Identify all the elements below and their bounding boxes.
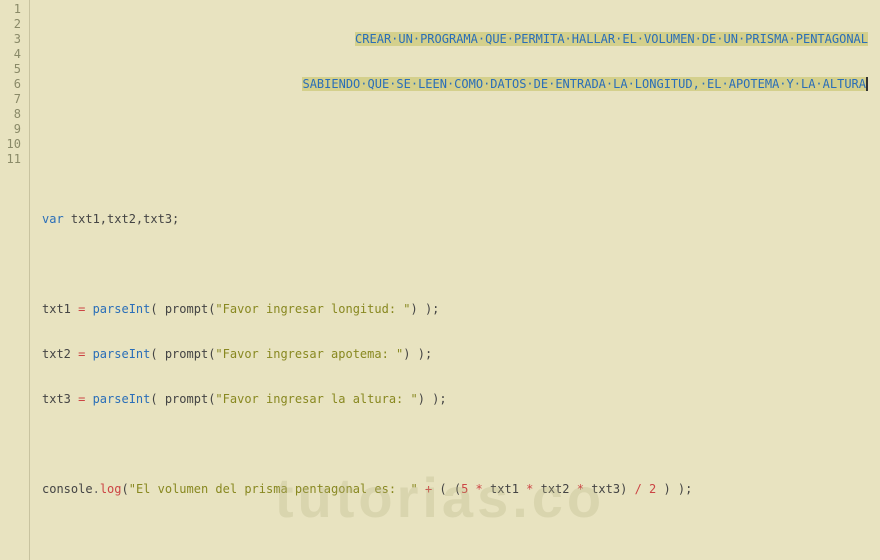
builtin: parseInt	[93, 392, 151, 406]
code-editor[interactable]: 1 2 3 4 5 6 7 8 9 10 11 CREAR·UN·PROGRAM…	[0, 0, 880, 560]
code-text: txt2	[541, 482, 570, 496]
line-gutter: 1 2 3 4 5 6 7 8 9 10 11	[0, 0, 30, 560]
code-line: var txt1,txt2,txt3;	[42, 212, 880, 227]
code-text: ) );	[656, 482, 692, 496]
code-line	[42, 437, 880, 452]
code-line: console.log("El volumen del prisma penta…	[42, 482, 880, 497]
code-line: SABIENDO·QUE·SE·LEEN·COMO·DATOS·DE·ENTRA…	[42, 77, 880, 92]
string-literal: "El volumen del prisma pentagonal es: "	[129, 482, 418, 496]
line-number: 1	[4, 2, 21, 17]
code-text: txt1	[490, 482, 519, 496]
operator: *	[468, 482, 490, 496]
keyword: var	[42, 212, 64, 226]
code-line: txt3 = parseInt( prompt("Favor ingresar …	[42, 392, 880, 407]
code-line	[42, 122, 880, 137]
line-number: 4	[4, 47, 21, 62]
line-number: 10	[4, 137, 21, 152]
code-line: txt2 = parseInt( prompt("Favor ingresar …	[42, 347, 880, 362]
code-text: txt1	[42, 302, 78, 316]
builtin: parseInt	[93, 302, 151, 316]
builtin: prompt	[165, 302, 208, 316]
code-text: (	[150, 392, 164, 406]
line-number: 5	[4, 62, 21, 77]
string-literal: "Favor ingresar apotema: "	[215, 347, 403, 361]
string-literal: "Favor ingresar la altura: "	[215, 392, 417, 406]
code-text: (	[150, 302, 164, 316]
operator: *	[519, 482, 541, 496]
builtin: parseInt	[93, 347, 151, 361]
operator: *	[570, 482, 592, 496]
code-text: ( (	[439, 482, 461, 496]
operator: =	[78, 302, 92, 316]
builtin: prompt	[165, 392, 208, 406]
line-number: 11	[4, 152, 21, 167]
line-number: 2	[4, 17, 21, 32]
code-text: ) );	[418, 392, 447, 406]
operator: .	[93, 482, 100, 496]
line-number: 8	[4, 107, 21, 122]
line-number: 9	[4, 122, 21, 137]
code-text: txt1,txt2,txt3;	[64, 212, 180, 226]
operator: =	[78, 392, 92, 406]
builtin: prompt	[165, 347, 208, 361]
code-line: CREAR·UN·PROGRAMA·QUE·PERMITA·HALLAR·EL·…	[42, 32, 880, 47]
operator: +	[418, 482, 440, 496]
code-text: )	[620, 482, 634, 496]
comment-text: CREAR·UN·PROGRAMA·QUE·PERMITA·HALLAR·EL·…	[355, 32, 868, 46]
code-text: ) );	[411, 302, 440, 316]
comment-text: SABIENDO·QUE·SE·LEEN·COMO·DATOS·DE·ENTRA…	[302, 77, 868, 91]
line-number: 6	[4, 77, 21, 92]
code-text: console	[42, 482, 93, 496]
code-text: (	[150, 347, 164, 361]
code-line	[42, 167, 880, 182]
line-number: 3	[4, 32, 21, 47]
string-literal: "Favor ingresar longitud: "	[215, 302, 410, 316]
code-text: txt3	[42, 392, 78, 406]
code-text: ) );	[403, 347, 432, 361]
code-line: txt1 = parseInt( prompt("Favor ingresar …	[42, 302, 880, 317]
code-text: (	[122, 482, 129, 496]
operator: /	[635, 482, 649, 496]
code-line	[42, 257, 880, 272]
method-name: log	[100, 482, 122, 496]
code-text: txt2	[42, 347, 78, 361]
operator: =	[78, 347, 92, 361]
code-area[interactable]: CREAR·UN·PROGRAMA·QUE·PERMITA·HALLAR·EL·…	[30, 0, 880, 560]
line-number: 7	[4, 92, 21, 107]
code-text: txt3	[591, 482, 620, 496]
